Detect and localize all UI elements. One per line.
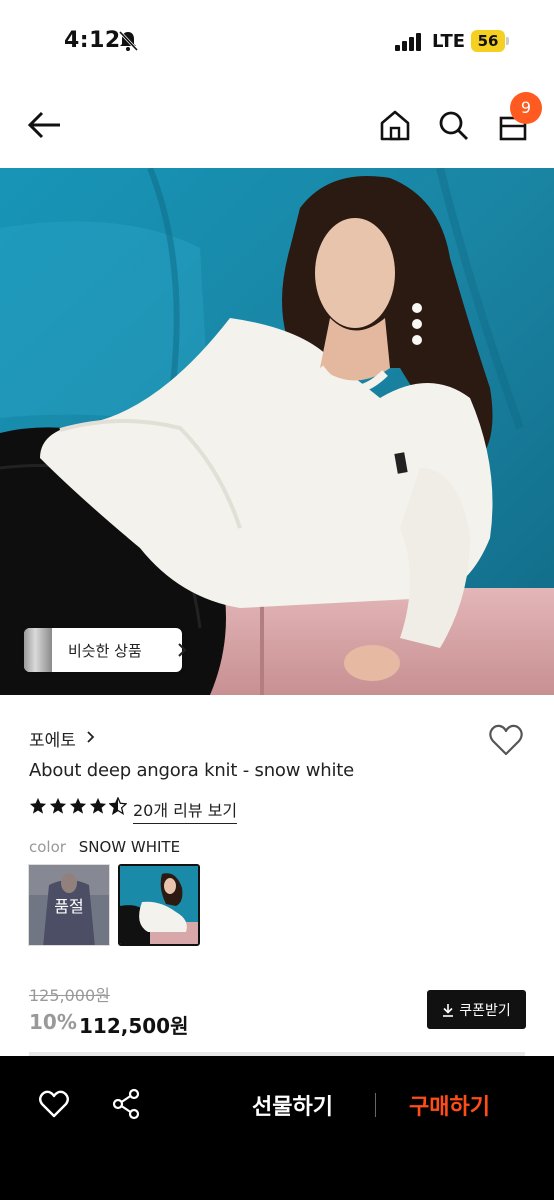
brand-link[interactable]: 포에토	[29, 726, 76, 751]
star-icon	[89, 797, 107, 814]
chevron-right-icon	[178, 643, 187, 657]
top-nav: 9	[0, 84, 554, 168]
back-arrow-icon[interactable]	[26, 108, 64, 142]
coupon-label: 쿠폰받기	[459, 1002, 511, 1019]
download-icon	[443, 1003, 454, 1017]
similar-products-thumbnail	[24, 628, 52, 672]
color-swatch-soldout[interactable]: 품절	[28, 864, 110, 946]
product-image[interactable]	[0, 168, 554, 695]
discount-rate: 10%	[29, 1010, 77, 1034]
rating-stars	[29, 797, 129, 819]
similar-products-button[interactable]: 비슷한 상품	[24, 628, 187, 672]
status-time: 4:12	[64, 28, 121, 53]
swatch-image	[120, 866, 198, 944]
buy-button[interactable]: 구매하기	[409, 1089, 490, 1121]
gift-button[interactable]: 선물하기	[252, 1089, 333, 1121]
divider	[375, 1093, 376, 1117]
search-icon[interactable]	[436, 108, 470, 142]
battery-icon: 56	[471, 30, 509, 52]
color-swatch-selected[interactable]	[118, 864, 200, 946]
color-value: SNOW WHITE	[78, 838, 181, 856]
cart-count-badge: 9	[510, 92, 542, 124]
chevron-right-icon	[87, 731, 95, 743]
soldout-label: 품절	[29, 865, 109, 945]
wishlist-heart-icon[interactable]	[488, 723, 524, 757]
bottom-action-bar: 선물하기 구매하기	[0, 1056, 554, 1200]
home-icon[interactable]	[378, 108, 412, 142]
star-icon	[49, 797, 67, 814]
bell-muted-icon	[118, 30, 138, 52]
get-coupon-button[interactable]: 쿠폰받기	[427, 990, 526, 1029]
star-icon	[69, 797, 87, 814]
original-price: 125,000원	[29, 986, 110, 1005]
color-key: color	[29, 838, 66, 856]
battery-level: 56	[471, 30, 505, 52]
product-title: About deep angora knit - snow white	[29, 760, 355, 781]
color-row: color SNOW WHITE	[29, 838, 180, 856]
review-link[interactable]: 20개 리뷰 보기	[133, 797, 238, 824]
share-icon[interactable]	[111, 1088, 141, 1120]
sale-price: 112,500원	[79, 1014, 189, 1038]
network-label: LTE	[432, 31, 466, 52]
status-bar: 4:12 LTE 56	[0, 0, 554, 84]
product-photo	[0, 168, 554, 695]
heart-icon[interactable]	[38, 1089, 70, 1119]
star-half-icon	[109, 797, 127, 815]
star-icon	[29, 797, 47, 814]
similar-products-label: 비슷한 상품	[68, 642, 142, 660]
signal-icon	[395, 33, 421, 51]
